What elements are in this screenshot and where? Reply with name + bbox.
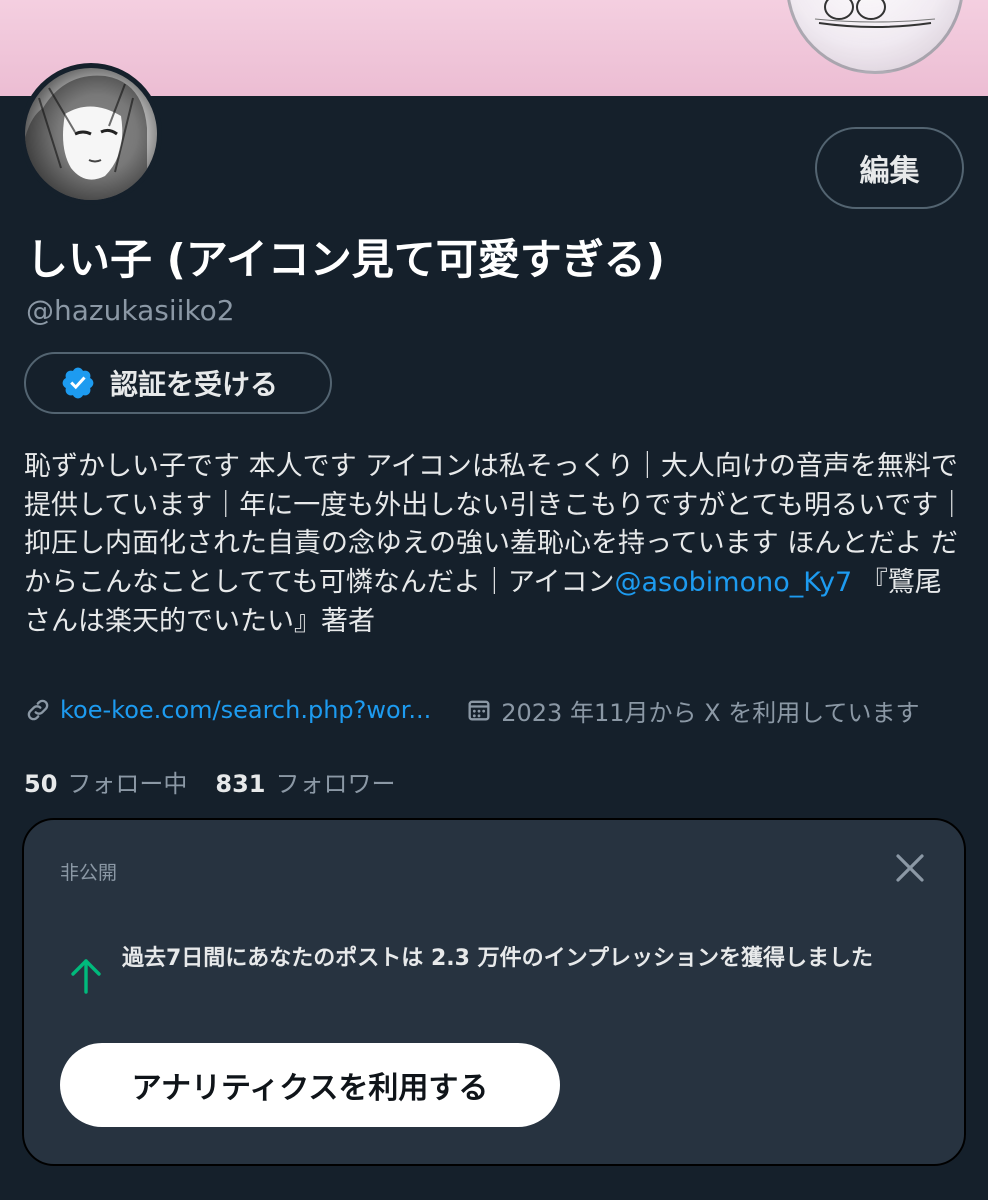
avatar-image: [25, 68, 157, 200]
following-link[interactable]: 50 フォロー中: [24, 770, 187, 798]
profile-avatar[interactable]: [20, 63, 162, 205]
profile-bio: 恥ずかしい子です 本人です アイコンは私そっくり｜大人向けの音声を無料で提供して…: [24, 448, 968, 642]
impressions-message: 過去7日間にあなたのポストは 2.3 万件のインプレッションを獲得しました: [122, 946, 873, 971]
edit-profile-button[interactable]: 編集: [815, 127, 964, 209]
followers-link[interactable]: 831 フォロワー: [215, 770, 395, 798]
close-icon[interactable]: [890, 848, 930, 888]
user-handle: @hazukasiiko2: [26, 294, 235, 327]
following-count: 50: [24, 770, 58, 798]
bio-mention-link[interactable]: @asobimono_Ky7: [615, 567, 853, 598]
arrow-up-icon: [71, 959, 101, 994]
profile-meta: koe-koe.com/search.php?wor... 2023 年11月か…: [24, 692, 919, 728]
profile-banner[interactable]: [0, 0, 988, 96]
joined-date: 2023 年11月から X を利用しています: [501, 698, 920, 727]
followers-count: 831: [215, 770, 266, 798]
profile-website-link[interactable]: koe-koe.com/search.php?wor...: [60, 696, 431, 724]
analytics-card: 非公開 過去7日間にあなたのポストは 2.3 万件のインプレッションを獲得しまし…: [22, 818, 966, 1166]
link-icon: [27, 699, 49, 721]
verified-badge-icon: [62, 367, 94, 399]
banner-illustration: [786, 0, 964, 74]
calendar-icon: [468, 700, 490, 721]
following-label: フォロー中: [67, 770, 188, 798]
followers-label: フォロワー: [275, 770, 396, 798]
follow-stats: 50 フォロー中 831 フォロワー: [24, 764, 396, 799]
get-verified-label: 認証を受ける: [110, 368, 279, 401]
private-label: 非公開: [60, 862, 118, 884]
display-name: しい子 (アイコン見て可愛すぎる): [26, 235, 665, 284]
analytics-button[interactable]: アナリティクスを利用する: [60, 1043, 560, 1127]
get-verified-button[interactable]: 認証を受ける: [24, 352, 332, 414]
